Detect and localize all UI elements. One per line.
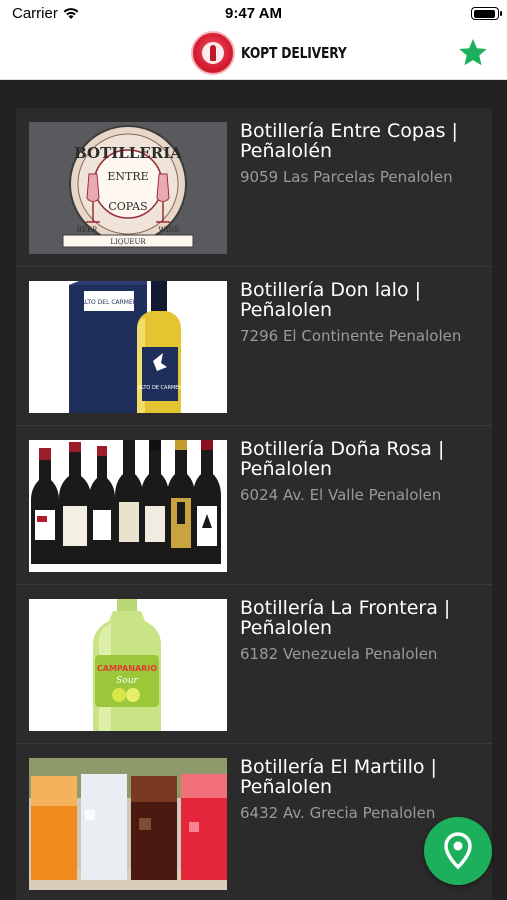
app-title: KOPT DELIVERY <box>241 44 347 62</box>
star-icon[interactable] <box>457 37 489 69</box>
store-name: Botillería La Frontera | Peñalolen <box>240 597 451 639</box>
store-row[interactable]: Botillería Doña Rosa | Peñalolen 6024 Av… <box>16 426 492 585</box>
store-row[interactable]: CAMPANARIO Sour Botillería La Frontera |… <box>16 585 492 744</box>
status-bar: Carrier 9:47 AM <box>0 0 507 28</box>
box-label: ALTO DEL CARMEN <box>81 299 138 306</box>
logo-text-entre: ENTRE <box>107 170 148 183</box>
clock: 9:47 AM <box>225 5 282 22</box>
store-list: BOTILLERIA ENTRE COPAS BEER LIQUEUR WINE… <box>16 108 492 900</box>
store-name: Botillería El Martillo | Peñalolen <box>240 756 437 798</box>
sour-label: Sour <box>116 676 138 686</box>
store-image: ALTO DEL CARMEN ALTO DE CARMEN <box>29 281 227 413</box>
store-address: 7296 El Continente Penalolen <box>240 327 462 345</box>
brand: KOPT DELIVERY <box>191 31 370 75</box>
store-name: Botillería Doña Rosa | Peñalolen <box>240 438 445 480</box>
map-pin-icon <box>444 832 472 870</box>
battery-icon <box>471 7 502 20</box>
store-image: BOTILLERIA ENTRE COPAS BEER LIQUEUR WINE <box>29 122 227 254</box>
store-info: Botillería Entre Copas | Peñalolén 9059 … <box>240 121 484 186</box>
logo-text-botilleria: BOTILLERIA <box>74 144 182 162</box>
map-button[interactable] <box>424 817 492 885</box>
store-row[interactable]: ALTO DEL CARMEN ALTO DE CARMEN Botillerí… <box>16 267 492 426</box>
store-row[interactable]: BOTILLERIA ENTRE COPAS BEER LIQUEUR WINE… <box>16 108 492 267</box>
logo-text-liqueur: LIQUEUR <box>110 238 146 246</box>
store-info: Botillería Don lalo | Peñalolen 7296 El … <box>240 280 484 345</box>
campanario-label: CAMPANARIO <box>97 664 157 673</box>
store-image <box>29 758 227 890</box>
logo-text-copas: COPAS <box>108 200 147 213</box>
store-info: Botillería El Martillo | Peñalolen 6432 … <box>240 757 484 822</box>
app-logo <box>191 31 235 75</box>
store-address: 6182 Venezuela Penalolen <box>240 645 438 663</box>
store-image <box>29 440 227 572</box>
store-address: 9059 Las Parcelas Penalolen <box>240 168 453 186</box>
logo-text-beer: BEER <box>77 226 98 234</box>
navigation-bar: KOPT DELIVERY <box>0 28 507 80</box>
store-info: Botillería La Frontera | Peñalolen 6182 … <box>240 598 484 663</box>
bottle-label: ALTO DE CARMEN <box>138 385 183 391</box>
store-info: Botillería Doña Rosa | Peñalolen 6024 Av… <box>240 439 484 504</box>
logo-text-wine: WINE <box>158 226 179 234</box>
store-row[interactable]: Botillería El Martillo | Peñalolen 6432 … <box>16 744 492 900</box>
store-image: CAMPANARIO Sour <box>29 599 227 731</box>
store-name: Botillería Don lalo | Peñalolen <box>240 279 422 321</box>
store-address: 6024 Av. El Valle Penalolen <box>240 486 442 504</box>
store-name: Botillería Entre Copas | Peñalolén <box>240 120 458 162</box>
